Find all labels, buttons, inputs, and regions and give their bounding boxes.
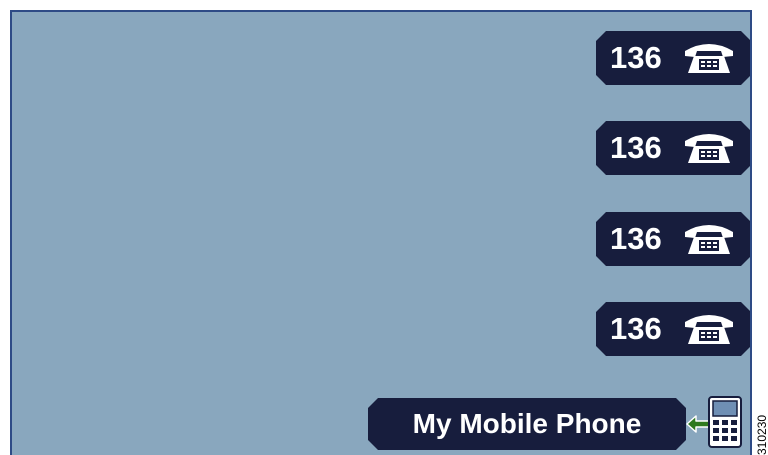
my-mobile-phone-button[interactable]: My Mobile Phone — [368, 398, 686, 450]
line-key-number: 136 — [610, 130, 662, 165]
desk-phone-icon — [685, 44, 733, 73]
line-key-1[interactable]: 136 — [596, 31, 750, 85]
desk-phone-icon — [685, 225, 733, 254]
line-key-4[interactable]: 136 — [596, 302, 750, 356]
arrow-left-icon — [686, 415, 710, 433]
line-key-2[interactable]: 136 — [596, 121, 750, 175]
mobile-phone-icon — [708, 396, 742, 448]
line-key-number: 136 — [610, 40, 662, 75]
figure-reference-text: 310230 — [755, 414, 768, 455]
line-key-3[interactable]: 136 — [596, 212, 750, 266]
display-screen: 136 136 136 136 My Mobile Phone — [10, 10, 752, 455]
desk-phone-icon — [685, 134, 733, 163]
desk-phone-icon — [685, 315, 733, 344]
my-mobile-phone-label: My Mobile Phone — [412, 408, 642, 439]
line-key-number: 136 — [610, 221, 662, 256]
figure-reference: 310230 — [754, 382, 768, 455]
line-key-number: 136 — [610, 311, 662, 346]
